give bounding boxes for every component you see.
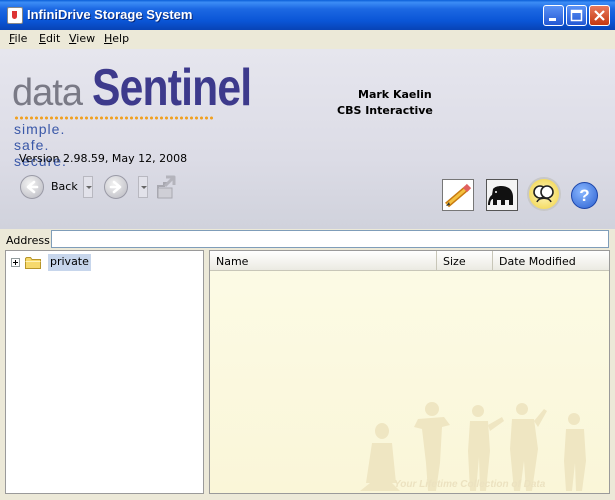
archive-tool-button[interactable] <box>486 179 518 211</box>
folder-icon <box>25 257 41 269</box>
title-bar[interactable]: InfiniDrive Storage System <box>0 0 615 30</box>
logo-dotted-rule <box>14 116 214 120</box>
up-folder-icon[interactable] <box>156 174 178 200</box>
address-label: Address: <box>6 234 54 247</box>
version-label: Version 2.98.59, May 12, 2008 <box>19 152 188 165</box>
users-tool-button[interactable] <box>527 177 561 211</box>
menu-help[interactable]: Help <box>104 32 129 45</box>
column-header-date[interactable]: Date Modified <box>493 251 609 271</box>
column-header-name[interactable]: Name <box>210 251 437 271</box>
close-button[interactable] <box>589 5 610 26</box>
forward-arrow-icon <box>109 180 122 194</box>
forward-history-dropdown[interactable] <box>138 176 148 198</box>
maximize-icon <box>570 9 583 22</box>
maximize-button[interactable] <box>566 5 587 26</box>
edit-tool-button[interactable] <box>442 179 474 211</box>
help-icon[interactable]: ? <box>571 182 598 209</box>
minimize-icon <box>549 18 556 21</box>
tree-item-label[interactable]: private <box>48 254 91 271</box>
menu-edit[interactable]: Edit <box>39 32 60 45</box>
user-organization: CBS Interactive <box>337 104 433 117</box>
user-name: Mark Kaelin <box>358 88 432 101</box>
window-bottom-edge <box>0 494 615 500</box>
people-icon <box>533 185 554 203</box>
back-label[interactable]: Back <box>51 180 78 193</box>
menu-file[interactable]: File <box>9 32 27 45</box>
folder-tree: private <box>5 250 204 494</box>
address-bar: Address: <box>0 229 615 250</box>
expand-plus-icon[interactable] <box>11 258 20 267</box>
file-list: Name Size Date Modified Your Lifetime Co… <box>209 250 610 494</box>
menu-view[interactable]: View <box>69 32 95 45</box>
watermark-text: Your Lifetime Collection of Data <box>394 479 546 490</box>
java-app-icon <box>7 7 23 24</box>
window-title: InfiniDrive Storage System <box>27 7 193 22</box>
pencil-icon <box>445 183 472 208</box>
app-window: InfiniDrive Storage System File Edit Vie… <box>0 0 615 500</box>
column-header-size[interactable]: Size <box>437 251 493 271</box>
elephant-icon <box>488 186 513 205</box>
back-arrow-icon <box>26 180 39 194</box>
forward-button[interactable] <box>104 175 128 199</box>
address-input[interactable] <box>51 230 609 248</box>
logo-data-text: data <box>12 72 83 114</box>
close-icon <box>594 10 605 21</box>
logo-sentinel-text: Sentinel <box>92 59 252 117</box>
minimize-button[interactable] <box>543 5 564 26</box>
menu-bar: File Edit View Help <box>0 30 615 49</box>
back-button[interactable] <box>20 175 44 199</box>
back-history-dropdown[interactable] <box>83 176 93 198</box>
